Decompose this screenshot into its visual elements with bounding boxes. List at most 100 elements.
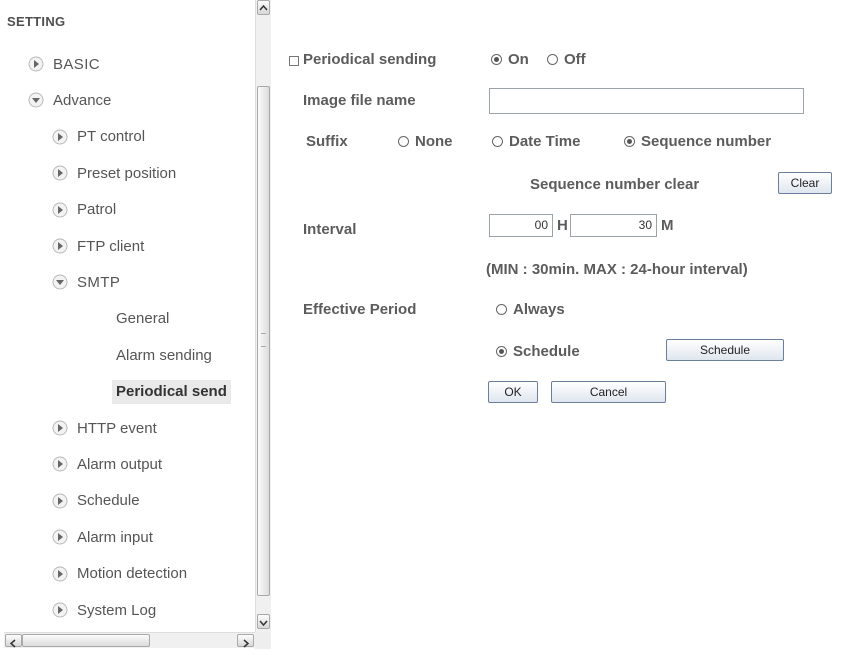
right-arrow-icon xyxy=(52,493,68,509)
image-file-name-input[interactable] xyxy=(489,88,804,114)
radio-unselected-icon xyxy=(496,304,507,315)
radio-selected-icon xyxy=(624,136,635,147)
right-arrow-icon xyxy=(28,56,44,72)
right-arrow-icon xyxy=(52,602,68,618)
suffix-sequence-radio[interactable]: Sequence number xyxy=(624,133,771,150)
scroll-right-button[interactable] xyxy=(237,634,254,648)
horizontal-scroll-thumb[interactable] xyxy=(22,634,150,647)
vertical-scrollbar[interactable] xyxy=(255,0,271,632)
sidebar-item-label: Preset position xyxy=(77,164,177,182)
sequence-number-clear-label: Sequence number clear xyxy=(530,176,700,193)
scrollbar-corner xyxy=(255,632,271,649)
sidebar-item-label: System Log xyxy=(77,601,157,619)
effective-schedule-radio[interactable]: Schedule xyxy=(496,343,580,360)
radio-unselected-icon xyxy=(492,136,503,147)
scroll-grip xyxy=(261,333,266,347)
interval-hours-input[interactable]: 00 xyxy=(489,214,553,237)
periodical-on-radio[interactable]: On xyxy=(491,51,529,68)
section-bullet-icon xyxy=(289,56,299,66)
down-arrow-icon xyxy=(28,92,44,108)
effective-always-label: Always xyxy=(513,301,565,318)
sidebar-item-label: Patrol xyxy=(77,201,117,219)
chevron-left-icon xyxy=(9,639,16,648)
interval-note: (MIN : 30min. MAX : 24-hour interval) xyxy=(486,261,748,278)
sidebar-item-label: Advance xyxy=(53,91,112,109)
radio-selected-icon xyxy=(491,54,502,65)
sidebar-item[interactable]: Preset position xyxy=(52,161,176,185)
right-arrow-icon xyxy=(52,238,68,254)
sidebar-item[interactable]: Patrol xyxy=(52,198,116,222)
interval-label: Interval xyxy=(303,221,357,238)
sidebar-item-label: General xyxy=(116,310,170,328)
sidebar-item[interactable]: PT control xyxy=(52,125,145,149)
right-arrow-icon xyxy=(52,129,68,145)
schedule-button[interactable]: Schedule xyxy=(666,339,784,361)
effective-schedule-label: Schedule xyxy=(513,343,580,360)
sidebar-item[interactable]: System Log xyxy=(52,598,156,622)
suffix-none-radio[interactable]: None xyxy=(398,133,453,150)
sidebar-item[interactable]: Schedule xyxy=(52,489,140,513)
periodical-sending-form: Periodical sending On Off Image file nam… xyxy=(280,0,851,649)
periodical-on-label: On xyxy=(508,51,529,68)
right-arrow-icon xyxy=(52,420,68,436)
cancel-button[interactable]: Cancel xyxy=(551,381,666,403)
radio-unselected-icon xyxy=(547,54,558,65)
right-arrow-icon xyxy=(52,456,68,472)
sidebar-item[interactable]: Advance xyxy=(28,88,111,112)
periodical-off-label: Off xyxy=(564,51,586,68)
periodical-sending-label: Periodical sending xyxy=(303,51,437,68)
ok-button[interactable]: OK xyxy=(488,381,538,403)
vertical-scroll-thumb[interactable] xyxy=(257,86,270,596)
sidebar-item[interactable]: SMTP xyxy=(52,270,120,294)
effective-period-label: Effective Period xyxy=(303,301,417,318)
chevron-down-icon xyxy=(259,620,268,627)
periodical-off-radio[interactable]: Off xyxy=(547,51,586,68)
sidebar-item-label: HTTP event xyxy=(77,419,157,437)
down-arrow-icon xyxy=(52,274,68,290)
sidebar-item[interactable]: Alarm output xyxy=(52,452,162,476)
suffix-label: Suffix xyxy=(306,133,348,150)
sidebar-item[interactable]: HTTP event xyxy=(52,416,157,440)
settings-sidebar: SETTING BASIC Advance PT control Preset pos… xyxy=(4,0,258,649)
sidebar-item-label: Alarm input xyxy=(77,528,153,546)
sidebar-item-label: Schedule xyxy=(77,492,140,510)
sidebar-item-label: SMTP xyxy=(77,273,121,291)
right-arrow-icon xyxy=(52,529,68,545)
sidebar-item[interactable]: Alarm input xyxy=(52,525,153,549)
minutes-unit: M xyxy=(661,217,674,234)
sidebar-title: SETTING xyxy=(7,14,66,29)
scroll-left-button[interactable] xyxy=(5,634,22,648)
sidebar-item-label: Periodical send xyxy=(116,383,227,401)
right-arrow-icon xyxy=(52,566,68,582)
chevron-right-icon xyxy=(243,639,250,648)
image-file-name-label: Image file name xyxy=(303,92,416,109)
radio-unselected-icon xyxy=(398,136,409,147)
sidebar-item-label: Motion detection xyxy=(77,565,188,583)
sidebar-item-label: Alarm sending xyxy=(116,346,212,364)
sidebar-item[interactable]: Motion detection xyxy=(52,562,187,586)
sidebar-item[interactable]: General xyxy=(116,307,169,331)
scroll-up-button[interactable] xyxy=(257,0,270,15)
clear-button[interactable]: Clear xyxy=(778,172,832,194)
sidebar-item-label: FTP client xyxy=(77,237,145,255)
sidebar-item-label: PT control xyxy=(77,128,146,146)
sidebar-item[interactable]: FTP client xyxy=(52,234,144,258)
interval-minutes-input[interactable]: 30 xyxy=(570,214,657,237)
suffix-datetime-radio[interactable]: Date Time xyxy=(492,133,580,150)
sidebar-item[interactable]: Alarm sending xyxy=(116,343,212,367)
effective-always-radio[interactable]: Always xyxy=(496,301,565,318)
sidebar-menu: SETTING BASIC Advance PT control Preset pos… xyxy=(4,0,254,632)
radio-selected-icon xyxy=(496,346,507,357)
suffix-none-label: None xyxy=(415,133,453,150)
chevron-up-icon xyxy=(259,4,268,11)
horizontal-scrollbar[interactable] xyxy=(4,632,256,648)
sidebar-item-label: BASIC xyxy=(53,55,101,73)
sidebar-item-label: Alarm output xyxy=(77,455,163,473)
sidebar-item[interactable]: Periodical send xyxy=(112,379,231,404)
scroll-down-button[interactable] xyxy=(257,614,270,629)
right-arrow-icon xyxy=(52,202,68,218)
sidebar-item[interactable]: BASIC xyxy=(28,52,100,76)
hours-unit: H xyxy=(557,217,568,234)
suffix-datetime-label: Date Time xyxy=(509,133,581,150)
right-arrow-icon xyxy=(52,165,68,181)
